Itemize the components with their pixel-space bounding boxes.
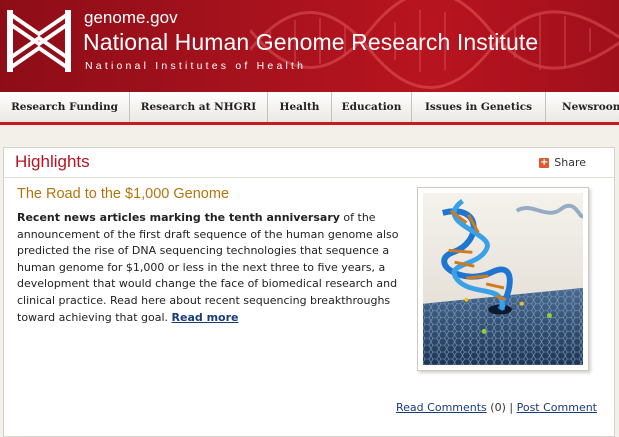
nav-item-research-at-nhgri[interactable]: Research at NHGRI (130, 92, 268, 122)
highlights-header: Highlights + Share (4, 148, 614, 178)
post-comment-link[interactable]: Post Comment (517, 401, 597, 414)
highlights-panel: Highlights + Share The Road to the $1,00… (3, 147, 615, 437)
site-header: genome.gov National Human Genome Researc… (0, 0, 619, 92)
comment-count: (0) (490, 401, 506, 414)
nav-item-research-funding[interactable]: Research Funding (0, 92, 130, 122)
site-title[interactable]: National Human Genome Research Institute (83, 29, 538, 56)
read-more-link[interactable]: Read more (172, 311, 239, 324)
comments-separator: | (509, 401, 514, 414)
nav-item-newsroom[interactable]: Newsroom (546, 92, 619, 122)
main-nav: Research Funding Research at NHGRI Healt… (0, 92, 619, 125)
article-text: of the announcement of the first draft s… (17, 211, 399, 324)
article-image[interactable] (417, 187, 589, 371)
nav-item-issues-in-genetics[interactable]: Issues in Genetics (412, 92, 546, 122)
comments-bar: Read Comments (0) | Post Comment (396, 401, 597, 414)
nhgri-logo-icon[interactable] (6, 8, 72, 74)
site-subtitle: National Institutes of Health (85, 60, 307, 72)
read-comments-link[interactable]: Read Comments (396, 401, 487, 414)
article-body: Recent news articles marking the tenth a… (17, 210, 409, 326)
share-label[interactable]: Share (554, 156, 586, 169)
nav-item-health[interactable]: Health (268, 92, 332, 122)
nav-item-education[interactable]: Education (332, 92, 412, 122)
share-plus-icon[interactable]: + (539, 157, 550, 168)
highlights-title: Highlights (15, 152, 90, 171)
share-button[interactable]: + Share (539, 156, 586, 169)
dna-nanopore-illustration-icon (423, 193, 583, 365)
article-lead: Recent news articles marking the tenth a… (17, 211, 340, 224)
article-title[interactable]: The Road to the $1,000 Genome (17, 186, 229, 202)
site-url[interactable]: genome.gov (84, 8, 178, 28)
